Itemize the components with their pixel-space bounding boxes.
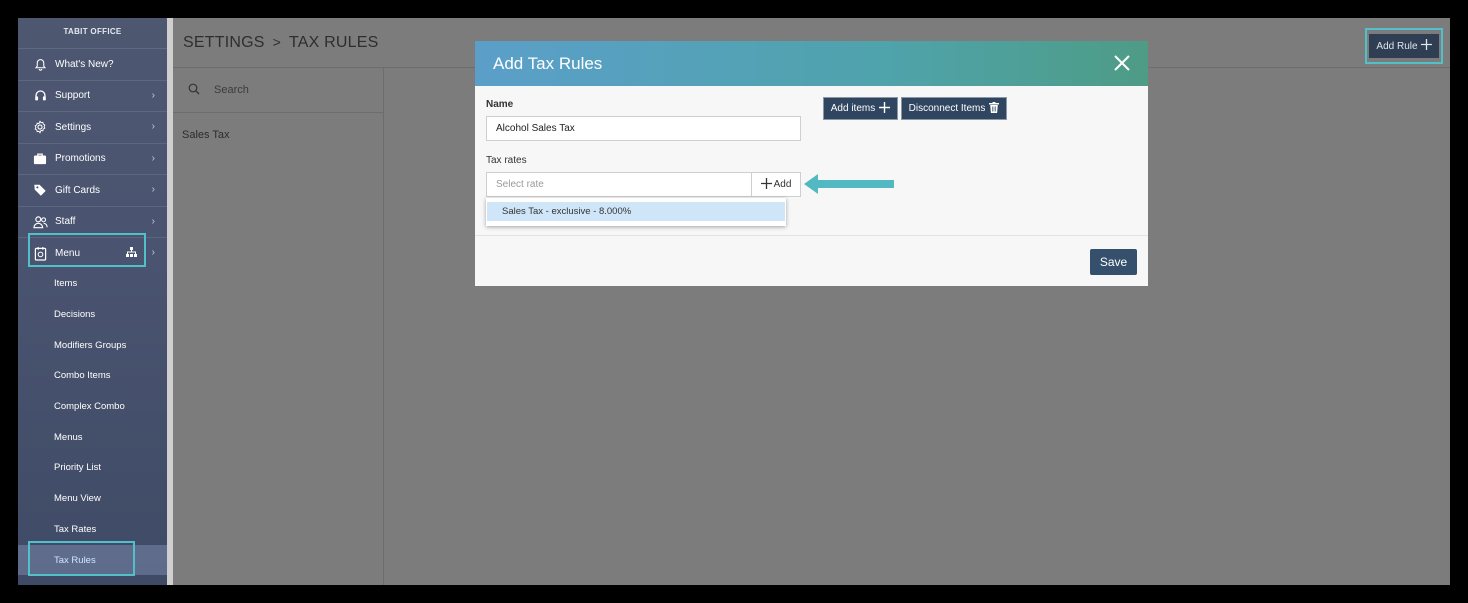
add-items-label: Add items	[830, 103, 876, 114]
sidebar-item-label: Settings	[55, 121, 92, 133]
sidebar-item-settings[interactable]: Settings ›	[18, 111, 167, 143]
chevron-right-icon: ›	[151, 247, 155, 258]
sidebar-item-support[interactable]: Support ›	[18, 79, 167, 112]
sidebar-subitem-items[interactable]: Items	[18, 269, 167, 300]
search-bar[interactable]: Search	[173, 68, 383, 113]
sidebar-subitem-menu-view[interactable]: Menu View	[18, 483, 167, 514]
breadcrumb-settings[interactable]: SETTINGS	[183, 34, 265, 51]
search-icon	[188, 83, 200, 98]
add-rate-button[interactable]: Add	[751, 172, 801, 197]
sidebar-item-whats-new[interactable]: What's New?	[18, 48, 167, 80]
sidebar-item-label: Support	[55, 90, 91, 102]
add-tax-rules-modal: Add Tax Rules Name Alcohol Sales Tax Add…	[475, 41, 1148, 286]
plus-icon	[1420, 39, 1432, 53]
disconnect-items-label: Disconnect Items	[908, 103, 986, 114]
modal-header: Add Tax Rules	[475, 41, 1148, 86]
sidebar-subitem-complex-combo[interactable]: Complex Combo	[18, 391, 167, 422]
brand-title: TABIT OFFICE	[63, 27, 122, 36]
add-rule-button[interactable]: Add Rule	[1369, 34, 1439, 58]
sidebar-subitem-combo-items[interactable]: Combo Items	[18, 361, 167, 392]
sidebar-item-label: Promotions	[55, 153, 106, 165]
sidebar-item-promotions[interactable]: Promotions ›	[18, 142, 167, 175]
chevron-right-icon: ›	[151, 89, 155, 101]
sidebar-subitem-priority-list[interactable]: Priority List	[18, 453, 167, 484]
add-items-button[interactable]: Add items	[823, 97, 898, 120]
chevron-right-icon: ›	[151, 215, 155, 227]
headset-icon	[32, 88, 48, 104]
hierarchy-icon[interactable]	[126, 247, 137, 260]
sidebar-subitem-menus[interactable]: Menus	[18, 422, 167, 453]
rate-option[interactable]: Sales Tax - exclusive - 8.000%	[487, 202, 785, 221]
tax-rates-label: Tax rates	[486, 155, 527, 166]
add-rule-label: Add Rule	[1376, 40, 1418, 52]
sidebar-item-gift-cards[interactable]: Gift Cards ›	[18, 174, 167, 206]
sidebar-subitem-modifiers-groups[interactable]: Modifiers Groups	[18, 330, 167, 361]
add-rate-label: Add	[773, 179, 792, 190]
arrow-left-icon	[804, 174, 894, 194]
select-rate-field[interactable]: Select rate	[486, 172, 752, 197]
close-icon[interactable]	[1112, 53, 1132, 73]
sidebar-subitem-decisions[interactable]: Decisions	[18, 299, 167, 330]
plus-icon	[879, 101, 891, 116]
tag-icon	[32, 182, 48, 198]
chevron-right-icon: ›	[151, 121, 155, 132]
list-item[interactable]: Sales Tax	[173, 113, 383, 141]
sidebar-item-label: Menu	[55, 247, 81, 259]
rate-dropdown: Sales Tax - exclusive - 8.000%	[486, 198, 786, 226]
rules-list-panel: Search Sales Tax	[173, 68, 384, 585]
modal-footer: Save	[475, 235, 1148, 286]
sidebar-item-label: What's New?	[55, 58, 114, 70]
search-input[interactable]: Search	[214, 84, 249, 96]
bell-icon	[32, 56, 48, 72]
disconnect-items-button[interactable]: Disconnect Items	[901, 97, 1007, 120]
sidebar-item-label: Staff	[55, 216, 76, 228]
name-label: Name	[486, 99, 514, 110]
name-field[interactable]: Alcohol Sales Tax	[486, 116, 801, 141]
plus-icon	[760, 177, 772, 192]
sidebar: TABIT OFFICE What's New? Support › Setti…	[18, 18, 167, 585]
breadcrumb: SETTINGS > TAX RULES	[183, 34, 379, 52]
sidebar-item-staff[interactable]: Staff ›	[18, 205, 167, 238]
chevron-right-icon: ›	[151, 184, 155, 195]
sidebar-subitem-tax-rates[interactable]: Tax Rates	[18, 514, 167, 545]
gear-icon	[32, 119, 48, 135]
breadcrumb-tax-rules: TAX RULES	[289, 33, 379, 51]
sidebar-item-menu[interactable]: Menu ›	[18, 237, 167, 269]
users-icon	[32, 214, 48, 230]
briefcase-icon	[32, 151, 48, 167]
sidebar-item-label: Gift Cards	[55, 184, 101, 196]
breadcrumb-separator: >	[272, 33, 281, 50]
save-button[interactable]: Save	[1090, 249, 1137, 275]
chevron-right-icon: ›	[151, 152, 155, 164]
modal-title: Add Tax Rules	[493, 53, 603, 73]
sidebar-subitem-tax-rules[interactable]: Tax Rules	[18, 544, 167, 576]
menu-book-icon	[32, 245, 48, 261]
trash-icon	[989, 101, 1000, 116]
